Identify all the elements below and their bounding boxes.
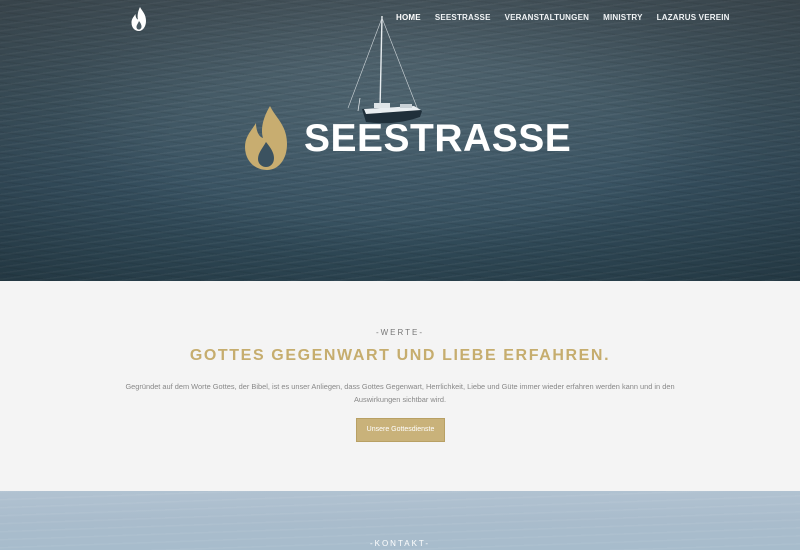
kontakt-section: -KONTAKT- xyxy=(0,491,800,550)
hero-banner: HOME SEESTRASSE VERANSTALTUNGEN MINISTRY… xyxy=(0,0,800,281)
hero-brand: SEESTRASSE xyxy=(240,104,571,172)
section-body-text: Gegründet auf dem Worte Gottes, der Bibe… xyxy=(125,382,675,404)
nav-item-seestrasse[interactable]: SEESTRASSE xyxy=(435,13,491,22)
kontakt-eyebrow: -KONTAKT- xyxy=(369,539,431,548)
hero-title: SEESTRASSE xyxy=(304,116,572,160)
werte-section: -WERTE- GOTTES GEGENWART UND LIEBE ERFAH… xyxy=(0,281,800,491)
nav-item-veranstaltungen[interactable]: VERANSTALTUNGEN xyxy=(505,13,589,22)
flame-logo-icon[interactable] xyxy=(129,6,149,32)
section-headline: GOTTES GEGENWART UND LIEBE ERFAHREN. xyxy=(189,347,611,364)
nav-item-ministry[interactable]: MINISTRY xyxy=(603,13,643,22)
flame-icon xyxy=(245,106,287,170)
nav-item-lazarus-verein[interactable]: LAZARUS VEREIN xyxy=(657,13,730,22)
main-nav: HOME SEESTRASSE VERANSTALTUNGEN MINISTRY… xyxy=(396,13,744,22)
gottesdienste-button[interactable]: Unsere Gottesdienste xyxy=(356,418,445,442)
section-eyebrow: -WERTE- xyxy=(375,328,425,337)
